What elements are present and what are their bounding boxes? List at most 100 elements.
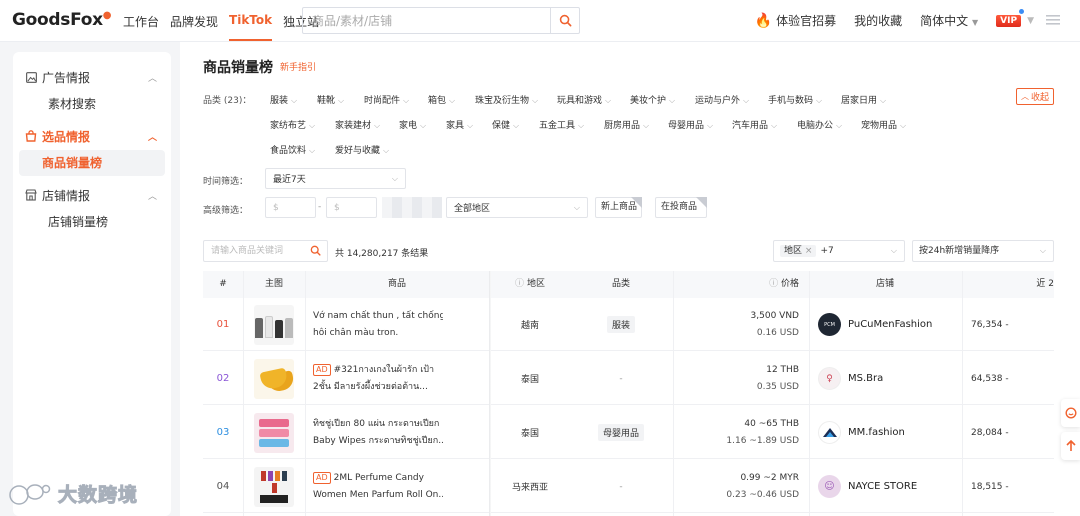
recruit-link[interactable]: 🔥 体验官招募 — [755, 12, 836, 29]
global-search-input[interactable] — [303, 8, 550, 33]
product-name[interactable]: AD #321กางเกงในผ้ารัก เป้า 2ชั้น มีลายรัง… — [305, 352, 489, 405]
main-nav: 工作台 品牌发现 TikTok 独立站 — [123, 13, 330, 41]
product-price: 0.99 ~2 MYR 0.23 ~0.46 USD — [726, 472, 799, 500]
store-link[interactable]: PCM PuCuMenFashion — [809, 298, 961, 351]
sidebar-item-store-sales-rank[interactable]: 店铺销量榜 — [19, 209, 165, 235]
table-row[interactable]: 04 AD 2ML Perfume Candy Women Men Parfum … — [203, 460, 1054, 513]
arrow-up-icon — [1065, 440, 1076, 451]
sidebar-group-product-intel[interactable]: 选品情报 ︿ — [13, 123, 171, 149]
back-to-top-button[interactable] — [1061, 432, 1080, 460]
language-switch[interactable]: 简体中文 ▼ — [920, 12, 978, 29]
recruit-label: 体验官招募 — [776, 14, 837, 28]
category-chip[interactable]: 美妆个护 ⌵ — [630, 93, 675, 106]
category-chip[interactable]: 电脑办公 ⌵ — [797, 118, 842, 131]
store-avatar: PCM — [818, 313, 841, 336]
nav-brand-discovery[interactable]: 品牌发现 — [170, 13, 218, 30]
category-chip[interactable]: 保健 ⌵ — [492, 118, 519, 131]
product-keyword-input[interactable]: 请输入商品关键词 — [203, 240, 328, 262]
category-chip[interactable]: 爱好与收藏 ⌵ — [335, 143, 389, 156]
category-chip[interactable]: 家纺布艺 ⌵ — [270, 118, 315, 131]
search-button[interactable] — [550, 8, 579, 33]
product-thumbnail[interactable] — [254, 406, 294, 459]
product-name[interactable]: Vớ nam chất thun , tất chống hôi chân mà… — [305, 298, 489, 351]
category-chip[interactable]: 家装建材 ⌵ — [335, 118, 380, 131]
category-chip[interactable]: 食品饮料 ⌵ — [270, 143, 315, 156]
time-range-select[interactable]: 最近7天 ⌵ — [265, 168, 406, 189]
category-chip[interactable]: 服装 ⌵ — [270, 93, 297, 106]
recent-sales: 76,354 - — [971, 319, 1009, 330]
ad-badge: AD — [313, 363, 331, 376]
table-row[interactable]: 01 Vớ nam chất thun , tất chống hôi chân… — [203, 298, 1054, 351]
nav-workbench[interactable]: 工作台 — [123, 13, 159, 30]
category-chip[interactable]: 珠宝及衍生物 ⌵ — [475, 93, 538, 106]
product-thumbnail[interactable] — [254, 352, 294, 405]
product-name[interactable]: AD 2ML Perfume Candy Women Men Parfum Rol… — [305, 460, 489, 513]
top-right-menu: 🔥 体验官招募 我的收藏 简体中文 ▼ VIP ▼ — [737, 8, 1060, 29]
product-name[interactable]: ทิชชู่เปียก 80 แผ่น กระดาษเปียก Baby Wip… — [305, 406, 489, 459]
price-separator: - — [318, 202, 322, 212]
product-thumbnail[interactable] — [254, 460, 294, 513]
store-link[interactable]: MM.fashion — [809, 406, 961, 459]
user-menu-chevron-icon[interactable]: ▼ — [1027, 16, 1034, 26]
category-chip[interactable]: 厨房用品 ⌵ — [604, 118, 649, 131]
sidebar-group-store-intel[interactable]: 店铺情报 ︿ — [13, 182, 171, 208]
product-price: 40 ~65 THB 1.16 ~1.89 USD — [726, 418, 799, 446]
sidebar-item-product-sales-rank[interactable]: 商品销量榜 — [19, 150, 165, 176]
table-row[interactable]: 02 AD #321กางเกงในผ้ารัก เป้า 2ชั้น มีลาย… — [203, 352, 1054, 405]
price-max-input[interactable]: $ — [326, 197, 377, 218]
chevron-up-icon: ︿ — [1020, 92, 1029, 101]
chat-icon — [1064, 407, 1077, 419]
product-thumbnail[interactable] — [254, 298, 294, 351]
category-chip[interactable]: 居家日用 ⌵ — [841, 93, 886, 106]
table-row[interactable]: 03 ทิชชู่เปียก 80 แผ่น กระดาษเปียก Baby … — [203, 406, 1054, 459]
nav-tiktok[interactable]: TikTok — [229, 13, 273, 41]
category-chip[interactable]: 五金工具 ⌵ — [539, 118, 584, 131]
more-menu-icon[interactable] — [1046, 14, 1060, 28]
product-category: - — [619, 481, 623, 492]
chevron-down-icon: ⌵ — [391, 173, 398, 183]
store-link[interactable]: ♀ MS.Bra — [809, 352, 961, 405]
category-chip[interactable]: 家电 ⌵ — [399, 118, 426, 131]
rank-number: 01 — [216, 319, 230, 330]
region-select[interactable]: 全部地区 ⌵ — [446, 197, 588, 218]
category-chip[interactable]: 玩具和游戏 ⌵ — [557, 93, 611, 106]
favorites-link[interactable]: 我的收藏 — [854, 12, 902, 29]
vip-badge[interactable]: VIP — [996, 8, 1024, 27]
sidebar-item-material-search[interactable]: 素材搜索 — [19, 91, 165, 117]
product-region: 马来西亚 — [511, 483, 548, 493]
product-price: 12 THB 0.35 USD — [756, 364, 799, 392]
category-chip[interactable]: 宠物用品 ⌵ — [861, 118, 906, 131]
category-chip[interactable]: 家具 ⌵ — [446, 118, 473, 131]
global-search — [302, 7, 580, 34]
goodsfox-logo[interactable]: GoodsFox● — [12, 10, 112, 30]
rank-number: 03 — [216, 427, 230, 438]
chevron-up-icon: ︿ — [147, 133, 157, 143]
product-region: 泰国 — [520, 429, 539, 439]
beginner-guide-link[interactable]: 新手指引 — [280, 60, 316, 73]
watermark-text: 大数跨境 — [57, 484, 139, 507]
category-chip[interactable]: 鞋靴 ⌵ — [317, 93, 344, 106]
ad-products-toggle[interactable]: 在投商品 — [655, 197, 707, 218]
store-link[interactable]: ☺ NAYCE STORE — [809, 460, 961, 513]
header-store: 店铺 — [875, 279, 894, 289]
sidebar: 广告情报 ︿ 素材搜索 选品情报 ︿ 商品销量榜 店铺情报 ︿ 店铺销量榜 — [13, 52, 171, 516]
sort-select[interactable]: 按24h新增销量降序 ⌵ — [912, 240, 1054, 262]
category-chip[interactable]: 箱包 ⌵ — [428, 93, 455, 106]
chevron-up-icon: ︿ — [147, 74, 157, 84]
customer-service-button[interactable] — [1061, 399, 1080, 427]
header-product: 商品 — [387, 279, 406, 289]
new-products-toggle[interactable]: 新上商品 — [595, 197, 642, 218]
collapse-filters-button[interactable]: ︿ 收起 — [1016, 88, 1054, 105]
category-chip[interactable]: 汽车用品 ⌵ — [732, 118, 777, 131]
category-chip[interactable]: 运动与户外 ⌵ — [695, 93, 749, 106]
chevron-down-icon: ▼ — [972, 18, 979, 27]
category-chip[interactable]: 母婴用品 ⌵ — [668, 118, 713, 131]
header-category: 品类 — [611, 279, 630, 289]
category-chip[interactable]: 手机与数码 ⌵ — [768, 93, 822, 106]
price-min-input[interactable]: $ — [265, 197, 316, 218]
close-icon[interactable]: × — [805, 246, 813, 256]
category-chip[interactable]: 时尚配件 ⌵ — [364, 93, 409, 106]
redacted-filter-field — [382, 197, 442, 218]
sidebar-group-ad-intel[interactable]: 广告情报 ︿ — [13, 64, 171, 90]
region-multi-select[interactable]: 地区 × +7 ⌵ — [773, 240, 905, 262]
